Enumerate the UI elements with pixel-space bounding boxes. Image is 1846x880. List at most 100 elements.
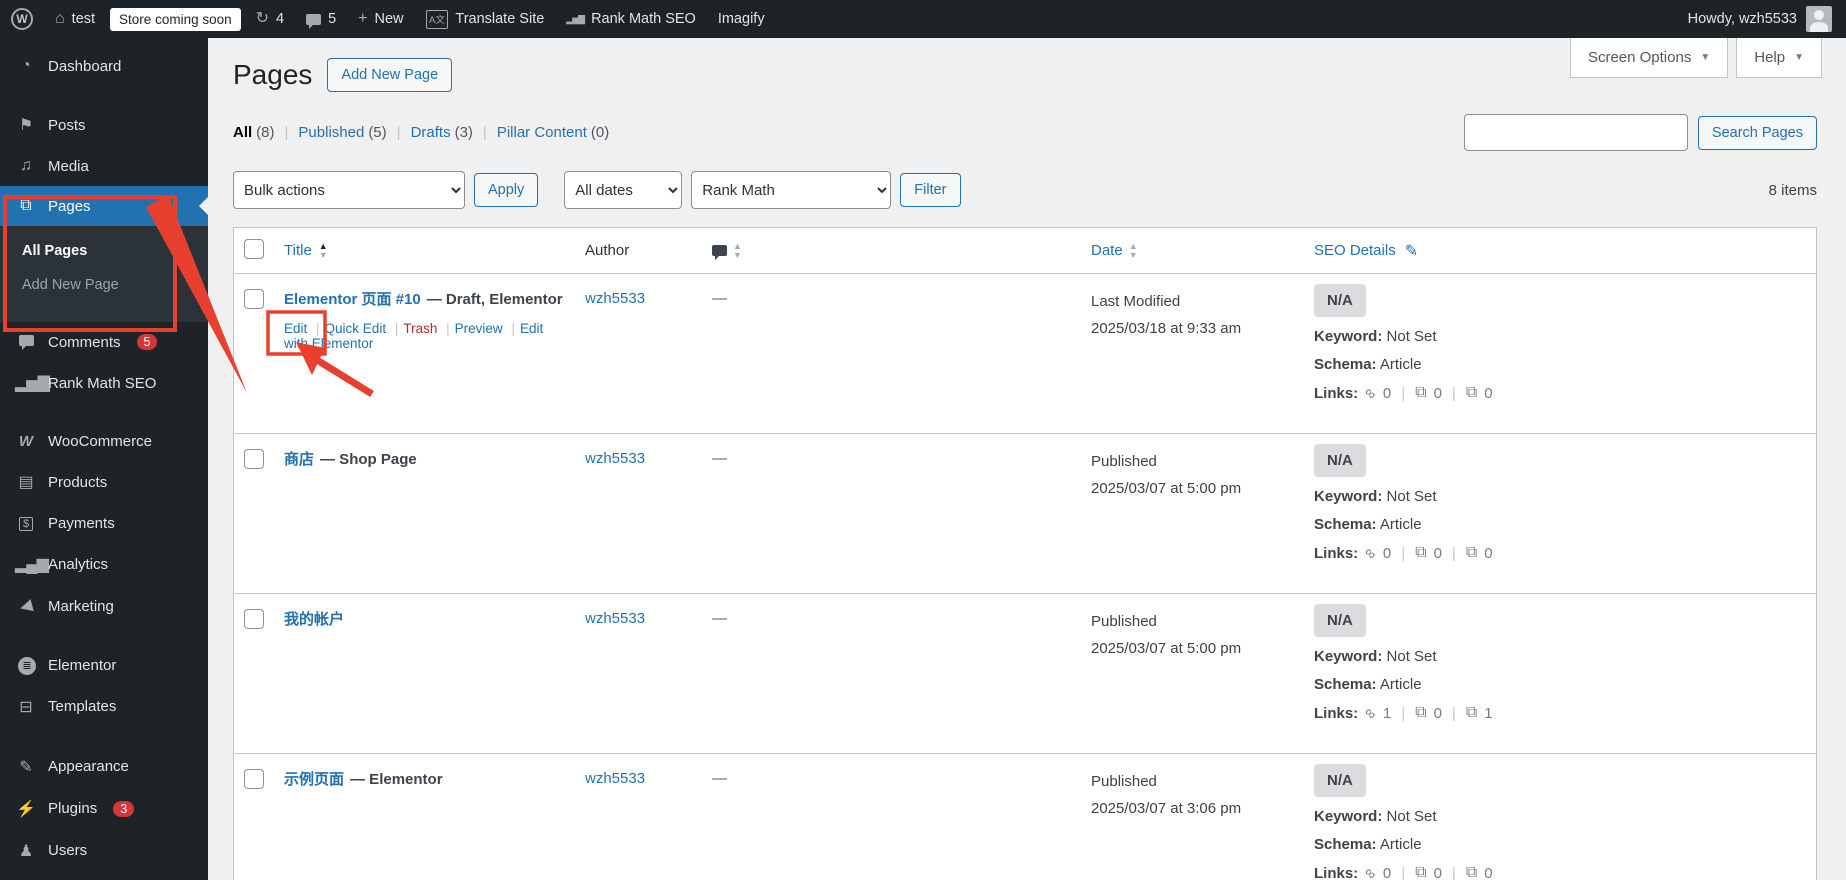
column-header-date[interactable]: Date ▲ ▼ [1091, 237, 1314, 264]
sort-arrows-icon: ▲ ▼ [733, 241, 742, 260]
links-label: Links: [1314, 704, 1359, 722]
sidebar-item-media[interactable]: ♫ Media [0, 146, 208, 186]
brush-icon: ✎ [19, 758, 33, 776]
schema-label: Schema: [1314, 356, 1377, 373]
row-checkbox[interactable] [244, 289, 264, 309]
row-checkbox[interactable] [244, 769, 264, 789]
sidebar-label: Elementor [48, 656, 117, 674]
trash-link[interactable]: Trash [403, 321, 437, 336]
new-content-menu[interactable]: + New [347, 0, 414, 38]
view-published-count: (5) [368, 124, 387, 141]
screen-options-button[interactable]: Screen Options ▼ [1569, 38, 1729, 78]
site-name-menu[interactable]: ⌂ test [44, 0, 106, 38]
author-link[interactable]: wzh5533 [585, 450, 645, 467]
edit-link[interactable]: Edit [284, 321, 307, 336]
help-button[interactable]: Help ▼ [1736, 38, 1822, 78]
sidebar-item-rank-math-seo[interactable]: ▂▅▇ Rank Math SEO [0, 362, 208, 404]
apply-button[interactable]: Apply [474, 173, 539, 207]
column-header-title[interactable]: Title ▲ ▼ [274, 242, 579, 259]
column-header-seo-details[interactable]: SEO Details ✎ [1314, 241, 1816, 261]
link-count: 0 [1433, 704, 1442, 722]
keyword-value: Not Set [1386, 648, 1437, 665]
link-count: 0 [1382, 384, 1392, 402]
page-title-link[interactable]: 商店 [284, 451, 314, 468]
sidebar-item-templates[interactable]: ⊟ Templates [0, 686, 208, 728]
view-pillar-content-link[interactable]: Pillar Content [497, 124, 587, 141]
sidebar-item-products[interactable]: ▤ Products [0, 461, 208, 503]
sidebar-label: Products [48, 473, 108, 491]
sidebar-label: Appearance [48, 758, 129, 775]
sidebar-item-comments[interactable]: Comments 5 [0, 322, 208, 362]
page-title-link[interactable]: 示例页面 [284, 771, 344, 788]
sidebar-item-marketing[interactable]: ◀ Marketing [0, 585, 208, 627]
select-all-checkbox[interactable] [244, 238, 264, 259]
translate-label: Translate Site [455, 11, 545, 27]
wp-logo-menu[interactable]: W [0, 0, 44, 38]
table-header-row: Title ▲ ▼ Author ▲ ▼ Date ▲ ▼ SEO Details ✎ [234, 228, 1816, 274]
sidebar-label: Rank Math SEO [48, 374, 157, 392]
author-link[interactable]: wzh5533 [585, 610, 645, 627]
filter-button[interactable]: Filter [900, 173, 961, 207]
column-header-comments[interactable]: ▲ ▼ [704, 241, 1091, 260]
rank-math-icon: ▂▅▇ [15, 375, 50, 392]
schema-label: Schema: [1314, 676, 1377, 693]
sidebar-label: Payments [48, 514, 115, 532]
rank-math-filter-select[interactable]: Rank Math [691, 171, 892, 209]
sidebar-item-appearance[interactable]: ✎ Appearance [0, 746, 208, 788]
search-pages-button[interactable]: Search Pages [1697, 115, 1817, 150]
rank-math-label: Rank Math SEO [591, 11, 696, 27]
external-link-icon: ⧉ [1415, 544, 1427, 561]
payments-icon: $ [15, 514, 37, 532]
coming-soon-badge[interactable]: Store coming soon [110, 7, 241, 31]
imagify-menu[interactable]: Imagify [707, 0, 776, 38]
preview-link[interactable]: Preview [455, 321, 503, 336]
sidebar-item-analytics[interactable]: ▂▄▆ Analytics [0, 543, 208, 585]
dates-filter-select[interactable]: All dates [564, 171, 683, 209]
updates-menu[interactable]: ↻ 4 [245, 0, 295, 38]
translate-site-menu[interactable]: A文 Translate Site [415, 0, 556, 38]
rank-math-menu[interactable]: ▂▅▇ Rank Math SEO [555, 0, 707, 38]
view-drafts-link[interactable]: Drafts [411, 124, 451, 141]
view-all-count: (8) [256, 124, 275, 141]
view-all-link[interactable]: All [233, 124, 252, 141]
keyword-label: Keyword: [1314, 648, 1383, 665]
page-title-link[interactable]: Elementor 页面 #10 [284, 291, 421, 308]
incoming-link-icon: ⧉ [1465, 864, 1478, 880]
submenu-all-pages[interactable]: All Pages [0, 234, 208, 268]
row-checkbox[interactable] [244, 609, 264, 629]
sidebar-item-woocommerce[interactable]: W WooCommerce [0, 422, 208, 461]
sidebar-label: Analytics [48, 555, 109, 573]
view-published-link[interactable]: Published [298, 124, 364, 141]
plugins-badge: 3 [113, 800, 135, 817]
help-label: Help [1754, 49, 1786, 66]
sidebar-item-elementor[interactable]: ≣ Elementor [0, 645, 208, 686]
table-row: 我的帐户 wzh5533 — Published 2025/03/07 at 5… [234, 594, 1816, 754]
quick-edit-link[interactable]: Quick Edit [325, 321, 387, 336]
sidebar-item-plugins[interactable]: ⚡ Plugins 3 [0, 788, 208, 830]
incoming-link-icon: ⧉ [1465, 704, 1478, 721]
date-status: Last Modified [1091, 293, 1181, 310]
author-link[interactable]: wzh5533 [585, 770, 645, 787]
seo-header-label: SEO Details [1314, 242, 1396, 259]
page-title-link[interactable]: 我的帐户 [284, 611, 344, 628]
bulk-actions-select[interactable]: Bulk actions [233, 171, 465, 209]
wordpress-logo-icon: W [11, 8, 33, 30]
row-checkbox[interactable] [244, 449, 264, 469]
sidebar-label: Marketing [48, 597, 114, 615]
sidebar-item-posts[interactable]: ⚑ Posts [0, 104, 208, 146]
author-link[interactable]: wzh5533 [585, 290, 645, 307]
search-input[interactable] [1463, 114, 1688, 151]
keyword-label: Keyword: [1314, 328, 1383, 345]
add-new-page-button[interactable]: Add New Page [327, 58, 453, 92]
sidebar-item-users[interactable]: ♟ Users [0, 830, 208, 872]
sidebar-item-payments[interactable]: $ Payments [0, 503, 208, 543]
link-count: 1 [1382, 704, 1392, 722]
incoming-link-icon: ⧉ [1465, 384, 1478, 401]
schema-value: Article [1379, 356, 1422, 373]
submenu-add-new-page[interactable]: Add New Page [0, 268, 208, 302]
account-menu[interactable]: Howdy, wzh5533 [1674, 6, 1846, 32]
sidebar-item-dashboard[interactable]: ◔ Dashboard [0, 46, 208, 86]
internal-link-icon: ∞ [1360, 383, 1381, 403]
sidebar-item-pages[interactable]: ⧉ Pages [0, 186, 208, 226]
comments-menu[interactable]: 5 [295, 0, 347, 38]
